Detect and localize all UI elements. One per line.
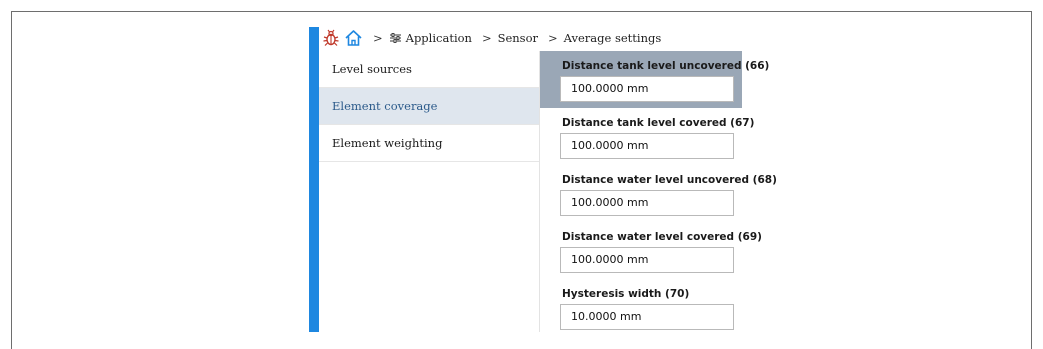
- field-label: Distance water level uncovered (68): [562, 174, 777, 186]
- field-label: Distance water level covered (69): [562, 231, 762, 243]
- sidebar-nav: Level sources Element coverage Element w…: [319, 51, 540, 332]
- breadcrumb-item-sensor[interactable]: Sensor: [498, 31, 538, 45]
- distance-water-level-uncovered-input[interactable]: 100.0000 mm: [560, 190, 734, 216]
- field-label: Distance tank level covered (67): [562, 117, 755, 129]
- breadcrumb: > Application > Sensor > Average setting…: [322, 27, 661, 49]
- bug-icon[interactable]: [322, 29, 340, 47]
- breadcrumb-separator: >: [481, 31, 492, 45]
- distance-water-level-covered-input[interactable]: 100.0000 mm: [560, 247, 734, 273]
- breadcrumb-separator: >: [373, 31, 383, 45]
- field-distance-water-level-covered: Distance water level covered (69) 100.00…: [540, 222, 762, 279]
- breadcrumb-separator: >: [548, 31, 558, 45]
- accent-bar: [309, 27, 319, 332]
- sliders-icon: [389, 32, 402, 44]
- field-label: Hysteresis width (70): [562, 288, 690, 300]
- breadcrumb-item-average-settings: Average settings: [563, 31, 662, 45]
- nav-item-element-weighting[interactable]: Element weighting: [319, 125, 539, 162]
- breadcrumb-item-application[interactable]: Application: [406, 31, 472, 45]
- settings-panel: Distance tank level uncovered (66) 100.0…: [540, 51, 777, 332]
- nav-item-element-coverage[interactable]: Element coverage: [319, 88, 539, 125]
- hysteresis-width-input[interactable]: 10.0000 mm: [560, 304, 734, 330]
- distance-tank-level-covered-input[interactable]: 100.0000 mm: [560, 133, 734, 159]
- field-distance-water-level-uncovered: Distance water level uncovered (68) 100.…: [540, 165, 777, 222]
- nav-item-level-sources[interactable]: Level sources: [319, 51, 539, 88]
- field-distance-tank-level-covered: Distance tank level covered (67) 100.000…: [540, 108, 755, 165]
- field-hysteresis-width: Hysteresis width (70) 10.0000 mm: [540, 279, 742, 332]
- home-icon[interactable]: [344, 29, 363, 47]
- field-label: Distance tank level uncovered (66): [562, 60, 770, 72]
- field-distance-tank-level-uncovered: Distance tank level uncovered (66) 100.0…: [540, 51, 770, 108]
- distance-tank-level-uncovered-input[interactable]: 100.0000 mm: [560, 76, 734, 102]
